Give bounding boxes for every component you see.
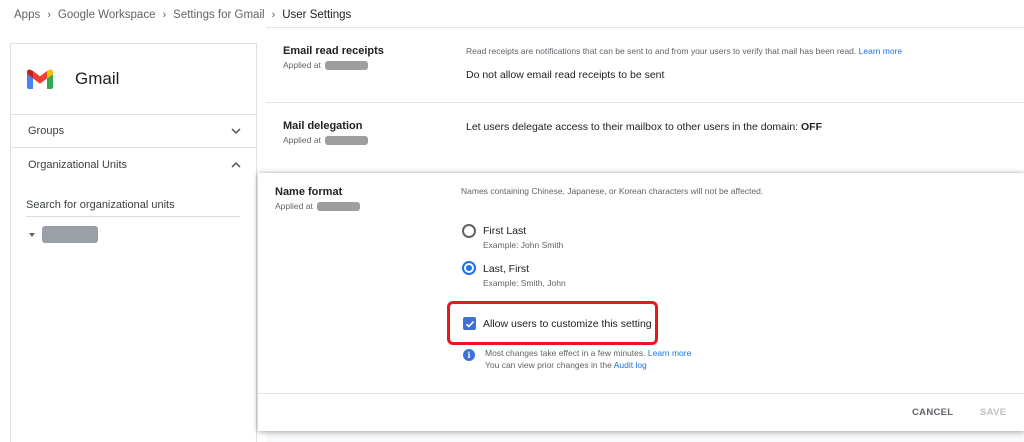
info-learn-more-link[interactable]: Learn more [648, 348, 691, 358]
app-title: Gmail [75, 69, 120, 88]
checkmark-icon [465, 320, 474, 328]
learn-more-link[interactable]: Learn more [859, 46, 902, 56]
redacted-ou [324, 60, 368, 70]
org-units-section[interactable]: Organizational Units [11, 148, 256, 181]
info-text: Most changes take effect in a few minute… [485, 348, 646, 358]
description-text: Read receipts are notifications that can… [466, 46, 857, 56]
applied-at-label: Applied at [275, 201, 313, 211]
applied-at-label: Applied at [283, 60, 321, 70]
radio-first-last[interactable] [462, 224, 476, 238]
applied-at-label: Applied at [283, 135, 321, 145]
name-format-card: Name format Applied at Names containing … [258, 173, 1024, 431]
option-last-first-label[interactable]: Last, First [483, 263, 529, 275]
read-receipts-value: Do not allow email read receipts to be s… [466, 69, 665, 81]
chevron-right-icon: › [162, 9, 167, 21]
breadcrumb-google-workspace[interactable]: Google Workspace [58, 9, 156, 21]
name-format-label: Name format [275, 186, 343, 198]
applied-at: Applied at [283, 60, 368, 70]
option-last-first-example: Example: Smith, John [483, 278, 566, 288]
applied-at: Applied at [283, 135, 368, 145]
radio-last-first[interactable] [462, 261, 476, 275]
redacted-ou [324, 135, 368, 145]
info-icon: i [463, 349, 475, 361]
option-first-last-label[interactable]: First Last [483, 225, 526, 237]
mail-delegation-value: Let users delegate access to their mailb… [466, 121, 822, 133]
app-header: Gmail [11, 44, 256, 115]
org-units-label: Organizational Units [28, 158, 128, 171]
allow-customize-label[interactable]: Allow users to customize this setting [483, 318, 652, 330]
chevron-right-icon: › [47, 9, 51, 21]
option-first-last-example: Example: John Smith [483, 240, 564, 250]
info-line-2: You can view prior changes in the Audit … [485, 360, 647, 370]
breadcrumb-settings-for-gmail[interactable]: Settings for Gmail [173, 9, 264, 21]
info-line-1: Most changes take effect in a few minute… [485, 348, 691, 358]
redacted-ou-name [42, 226, 98, 243]
card-footer: CANCEL SAVE [258, 393, 1024, 431]
chevron-up-icon [231, 161, 241, 168]
ou-search-input[interactable]: Search for organizational units [26, 199, 240, 217]
sidebar: Gmail Groups Organizational Units Search… [10, 43, 257, 442]
chevron-right-icon: › [271, 9, 276, 21]
cancel-button[interactable]: CANCEL [912, 407, 953, 418]
groups-label: Groups [28, 125, 65, 137]
mail-delegation-text: Let users delegate access to their mailb… [466, 121, 802, 133]
info-text: You can view prior changes in the [485, 360, 612, 370]
read-receipts-description: Read receipts are notifications that can… [466, 46, 902, 56]
groups-section[interactable]: Groups [11, 115, 256, 148]
redacted-ou [316, 201, 360, 211]
read-receipts-label: Email read receipts [283, 45, 384, 57]
audit-log-link[interactable]: Audit log [614, 360, 647, 370]
breadcrumb: Apps › Google Workspace › Settings for G… [14, 7, 351, 23]
applied-at: Applied at [275, 201, 360, 211]
mail-delegation-label: Mail delegation [283, 120, 363, 132]
mail-delegation-state: OFF [801, 121, 823, 133]
caret-down-icon[interactable] [29, 232, 35, 237]
read-receipts-setting[interactable]: Email read receipts Applied at Read rece… [266, 27, 1024, 102]
save-button[interactable]: SAVE [980, 407, 1006, 418]
mail-delegation-setting[interactable]: Mail delegation Applied at Let users del… [266, 102, 1024, 172]
breadcrumb-current: User Settings [282, 9, 352, 21]
ou-tree-root[interactable] [29, 226, 256, 243]
name-format-description: Names containing Chinese, Japanese, or K… [461, 186, 764, 196]
breadcrumb-apps[interactable]: Apps [14, 9, 40, 21]
chevron-down-icon [231, 128, 241, 135]
gmail-logo-icon [27, 69, 53, 89]
allow-customize-checkbox[interactable] [463, 317, 476, 330]
